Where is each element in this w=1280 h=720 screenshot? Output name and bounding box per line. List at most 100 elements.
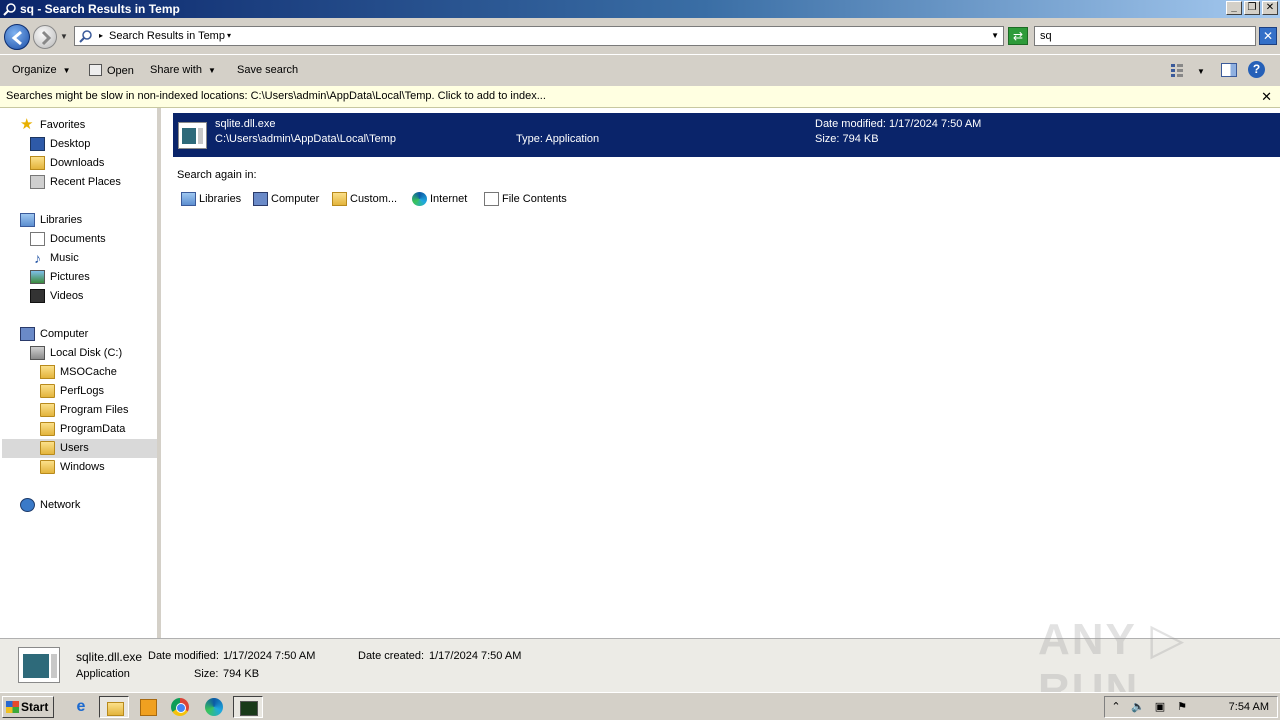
result-name: sqlite.dll.exe <box>215 118 276 130</box>
window-controls: _ ❐ ✕ <box>1226 1 1278 15</box>
help-icon[interactable]: ? <box>1248 61 1265 78</box>
details-size-label: Size: <box>194 668 219 680</box>
close-button[interactable]: ✕ <box>1262 1 1278 15</box>
computer-icon <box>20 327 35 341</box>
chevron-down-icon: ▼ <box>207 66 216 75</box>
info-message[interactable]: Searches might be slow in non-indexed lo… <box>6 90 546 102</box>
action-center-flag-icon[interactable]: ⚑ <box>1175 700 1189 714</box>
back-button[interactable] <box>4 24 30 50</box>
breadcrumb-dropdown-icon[interactable]: ▾ <box>227 31 231 40</box>
windows-logo-icon <box>6 701 19 713</box>
search-again-label: Computer <box>271 193 320 205</box>
address-dropdown-icon[interactable]: ▼ <box>991 31 999 40</box>
media-player-icon[interactable] <box>137 697 159 717</box>
nav-label: Documents <box>50 233 106 245</box>
application-icon <box>178 122 207 149</box>
folder-icon <box>40 441 55 455</box>
details-created-value: 1/17/2024 7:50 AM <box>429 650 522 662</box>
nav-label: Desktop <box>50 138 91 150</box>
search-again-label: Internet <box>430 193 468 205</box>
locked-folder-icon <box>40 365 55 379</box>
star-icon: ★ <box>20 116 34 133</box>
internet-explorer-icon[interactable]: e <box>70 697 92 717</box>
organize-label: Organize <box>12 64 57 76</box>
videos-icon <box>30 289 45 303</box>
documents-icon <box>30 232 45 246</box>
network-status-icon[interactable]: ▣ <box>1153 700 1167 714</box>
search-again-heading: Search again in: <box>177 169 257 181</box>
save-search-button[interactable]: Save search <box>237 64 298 76</box>
details-size-value: 794 KB <box>223 668 260 680</box>
details-created-label: Date created: <box>358 650 425 662</box>
search-again-label: Custom... <box>350 193 398 205</box>
minimize-button[interactable]: _ <box>1226 1 1242 15</box>
open-button[interactable]: Open <box>89 64 134 77</box>
taskbar: Start e ⌃ 🔈 ▣ ⚑ 7:54 AM <box>0 692 1280 720</box>
search-input[interactable]: sq <box>1034 26 1256 46</box>
preview-pane-icon[interactable] <box>1221 63 1237 77</box>
nav-label: Windows <box>60 461 105 473</box>
windows-explorer-icon[interactable] <box>99 696 129 718</box>
share-with-label: Share with <box>150 64 202 76</box>
nav-label: Users <box>60 442 89 454</box>
edge-icon <box>412 192 427 206</box>
folder-icon <box>40 403 55 417</box>
change-view-icon[interactable] <box>1170 63 1184 77</box>
folder-icon <box>40 422 55 436</box>
breadcrumb[interactable]: Search Results in Temp <box>109 30 225 42</box>
details-name: sqlite.dll.exe <box>76 650 143 664</box>
clear-search-button[interactable]: ✕ <box>1259 27 1277 45</box>
start-button[interactable]: Start <box>2 696 54 718</box>
music-icon: ♪ <box>34 250 41 266</box>
edge-icon[interactable] <box>205 698 223 716</box>
nav-label: Program Files <box>60 404 129 416</box>
libraries-icon <box>20 213 35 227</box>
refresh-button[interactable]: ⇄ <box>1008 27 1028 45</box>
result-item[interactable]: sqlite.dll.exe C:\Users\admin\AppData\Lo… <box>173 113 1280 157</box>
command-bar: Organize ▼ Open Share with ▼ Save search ▼ <box>0 54 1280 86</box>
nav-label: ProgramData <box>60 423 126 435</box>
share-with-button[interactable]: Share with ▼ <box>150 64 216 76</box>
view-dropdown-icon[interactable]: ▼ <box>1197 67 1205 76</box>
open-icon <box>89 64 102 76</box>
forward-button[interactable] <box>33 25 57 49</box>
task-manager-icon[interactable] <box>233 696 263 718</box>
recent-places-icon <box>30 175 45 189</box>
clock[interactable]: 7:54 AM <box>1229 700 1269 714</box>
computer-icon <box>253 192 268 206</box>
nav-label: Recent Places <box>50 176 121 188</box>
open-label: Open <box>107 65 134 77</box>
details-modified-value: 1/17/2024 7:50 AM <box>223 650 316 662</box>
address-bar[interactable]: ▸ Search Results in Temp ▾ ▼ <box>74 26 1004 46</box>
nav-label: Music <box>50 252 79 264</box>
results-pane: sqlite.dll.exe C:\Users\admin\AppData\Lo… <box>161 108 1280 638</box>
custom-folder-icon <box>332 192 347 206</box>
nav-label: PerfLogs <box>60 385 105 397</box>
disk-icon <box>30 346 45 360</box>
close-icon[interactable]: ✕ <box>1261 86 1272 107</box>
file-contents-icon <box>484 192 499 206</box>
start-label: Start <box>21 700 49 714</box>
organize-button[interactable]: Organize ▼ <box>12 64 71 76</box>
restore-button[interactable]: ❐ <box>1244 1 1260 15</box>
result-type: Type: Application <box>516 133 600 145</box>
details-type: Application <box>76 668 130 680</box>
index-info-bar[interactable]: Searches might be slow in non-indexed lo… <box>0 86 1280 108</box>
breadcrumb-arrow-icon[interactable]: ▸ <box>99 31 103 40</box>
details-modified-label: Date modified: <box>148 650 219 662</box>
system-tray: ⌃ 🔈 ▣ ⚑ 7:54 AM <box>1104 696 1278 718</box>
volume-icon[interactable]: 🔈 <box>1131 700 1145 714</box>
nav-label: Downloads <box>50 157 105 169</box>
search-folder-icon <box>3 3 16 16</box>
libraries-icon <box>181 192 196 206</box>
show-hidden-icons-icon[interactable]: ⌃ <box>1109 700 1123 714</box>
navigation-pane: ★ Favorites Desktop Downloads Recent Pla… <box>0 108 157 638</box>
recent-pages-dropdown[interactable]: ▼ <box>60 32 68 41</box>
address-row: ▼ ▸ Search Results in Temp ▾ ▼ ⇄ sq ✕ <box>0 18 1280 54</box>
nav-label: Network <box>40 499 81 511</box>
folder-icon <box>40 460 55 474</box>
nav-users[interactable]: Users <box>2 439 157 458</box>
result-size: Size: 794 KB <box>815 133 879 145</box>
chrome-icon[interactable] <box>171 698 189 716</box>
nav-label: Favorites <box>40 119 86 131</box>
